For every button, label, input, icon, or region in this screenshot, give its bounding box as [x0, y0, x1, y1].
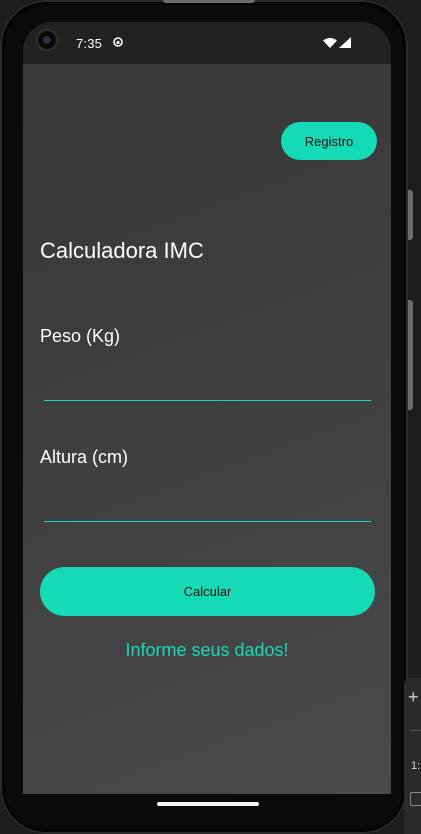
signal-icon [339, 37, 351, 48]
front-camera-icon [35, 28, 59, 52]
registro-button[interactable]: Registro [281, 122, 377, 160]
altura-label: Altura (cm) [40, 447, 129, 467]
volume-button [408, 300, 413, 410]
power-button [408, 190, 413, 240]
phone-screen: 7:35 Registro Calculadora IMC Peso (Kg) … [23, 22, 391, 794]
page-title: Calculadora IMC [40, 238, 204, 263]
notification-dot-icon [113, 37, 123, 47]
calcular-button[interactable]: Calcular [40, 567, 375, 616]
emulator-frame: 7:35 Registro Calculadora IMC Peso (Kg) … [0, 0, 421, 834]
status-time: 7:35 [76, 36, 103, 51]
peso-label: Peso (Kg) [40, 326, 121, 346]
toolbar-zoom-text: 1: [411, 760, 421, 772]
app-content: Registro Calculadora IMC Peso (Kg) Altur… [23, 64, 391, 794]
toolbar-divider [410, 730, 421, 731]
status-bar: 7:35 [23, 22, 391, 64]
altura-input[interactable] [44, 491, 371, 522]
wifi-icon [323, 38, 337, 48]
zoom-in-icon[interactable]: + [408, 688, 419, 706]
phone-top-edge [163, 0, 255, 3]
peso-input[interactable] [44, 370, 371, 401]
home-gesture-bar[interactable] [157, 802, 259, 806]
phone-device: 7:35 Registro Calculadora IMC Peso (Kg) … [0, 0, 408, 834]
result-message: Informe seus dados! [125, 640, 289, 660]
screenshot-icon[interactable] [410, 792, 421, 806]
